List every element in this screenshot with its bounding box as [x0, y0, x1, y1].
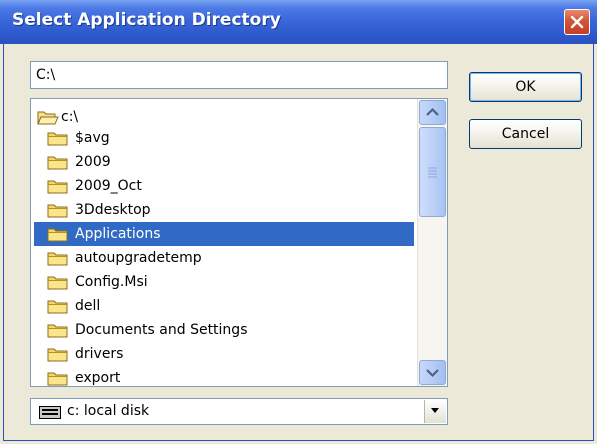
tree-item-label: Config.Msi: [75, 274, 148, 290]
folder-icon: [47, 298, 69, 319]
tree-item-label: dell: [75, 298, 101, 314]
folder-icon: [47, 130, 69, 151]
tree-item-label: c:\: [61, 109, 79, 125]
scroll-down-button[interactable]: [419, 360, 446, 385]
tree-item-label: 2009: [75, 154, 111, 170]
ok-button[interactable]: OK: [469, 72, 582, 102]
path-input[interactable]: [30, 61, 448, 89]
tree-item-label: Documents and Settings: [75, 322, 248, 338]
tree-item-label: Applications: [75, 226, 161, 242]
dropdown-arrow-icon: [431, 408, 439, 413]
window-title: Select Application Directory: [12, 10, 281, 30]
directory-tree[interactable]: c:\ $avg 2009 2009_Oct 3Ddesktop Applications…: [30, 98, 448, 387]
folder-icon: [47, 322, 69, 343]
tree-item[interactable]: 3Ddesktop: [31, 198, 417, 222]
chevron-down-icon: [426, 369, 439, 378]
tree-item[interactable]: 2009_Oct: [31, 174, 417, 198]
folder-icon: [47, 346, 69, 367]
folder-icon: [47, 226, 69, 247]
folder-icon: [47, 154, 69, 175]
folder-icon: [47, 250, 69, 271]
tree-item-label: drivers: [75, 346, 124, 362]
tree-item[interactable]: Documents and Settings: [31, 318, 417, 342]
tree-item-label: 3Ddesktop: [75, 202, 151, 218]
folder-icon: [47, 274, 69, 295]
hard-drive-icon: [39, 406, 61, 419]
close-icon: [570, 15, 584, 29]
title-bar[interactable]: Select Application Directory: [0, 0, 597, 44]
tree-item[interactable]: Applications: [34, 222, 414, 246]
tree-item-label: export: [75, 370, 121, 386]
cancel-button[interactable]: Cancel: [469, 119, 582, 149]
tree-item[interactable]: dell: [31, 294, 417, 318]
tree-item[interactable]: export: [31, 366, 417, 386]
tree-item[interactable]: autoupgradetemp: [31, 246, 417, 270]
close-button[interactable]: [564, 9, 590, 35]
drive-select-value: c: local disk: [67, 403, 150, 419]
tree-item-label: $avg: [75, 130, 110, 146]
folder-icon: [47, 178, 69, 199]
chevron-up-icon: [426, 107, 439, 116]
scroll-thumb[interactable]: [419, 127, 446, 217]
tree-item-label: 2009_Oct: [75, 178, 142, 194]
grip-icon: [428, 167, 437, 178]
dialog-window: Select Application Directory OK Cancel c…: [0, 0, 597, 444]
tree-scrollbar[interactable]: [417, 99, 447, 386]
folder-icon: [47, 202, 69, 223]
tree-item[interactable]: 2009: [31, 150, 417, 174]
drive-select[interactable]: c: local disk: [30, 398, 448, 425]
tree-item[interactable]: Config.Msi: [31, 270, 417, 294]
scroll-up-button[interactable]: [419, 100, 446, 125]
tree-item[interactable]: $avg: [31, 126, 417, 150]
tree-item-label: autoupgradetemp: [75, 250, 202, 266]
drive-dropdown-button[interactable]: [424, 400, 446, 423]
folder-icon: [47, 370, 69, 386]
tree-item[interactable]: drivers: [31, 342, 417, 366]
